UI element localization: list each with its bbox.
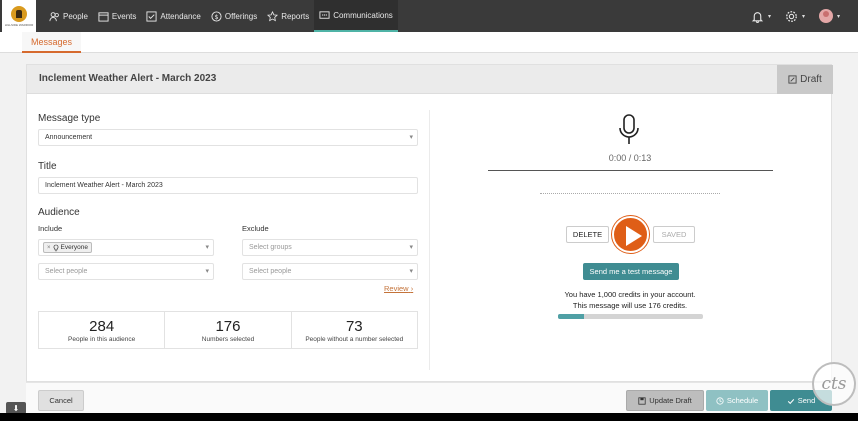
message-type-label: Message type — [38, 113, 101, 124]
org-logo[interactable]: HILLSIDE WARRIOR — [2, 0, 36, 32]
microphone-icon[interactable] — [618, 113, 640, 147]
audience-stats: 284 People in this audience 176 Numbers … — [38, 311, 418, 349]
gear-icon[interactable] — [785, 10, 798, 23]
clock-icon — [716, 396, 724, 405]
stat-value: 73 — [345, 317, 363, 335]
svg-text:$: $ — [214, 12, 218, 20]
nav-item-reports[interactable]: Reports — [262, 0, 314, 32]
nav-label: Communications — [333, 10, 393, 20]
nav-label: Attendance — [160, 11, 201, 21]
nav-label: Offerings — [224, 11, 258, 21]
saved-button[interactable]: SAVED — [653, 226, 695, 243]
update-draft-label: Update Draft — [649, 396, 692, 405]
play-button[interactable] — [612, 216, 649, 253]
stat-caption: People in this audience — [68, 335, 136, 343]
exclude-label: Exclude — [242, 224, 269, 233]
nav-item-people[interactable]: People — [44, 0, 93, 32]
stat-caption: People without a number selected — [305, 335, 404, 343]
logo-text: HILLSIDE WARRIOR — [4, 22, 34, 27]
chevron-right-icon: › — [410, 284, 414, 293]
nav-item-events[interactable]: Events — [93, 0, 141, 32]
watermark-logo: cts — [812, 362, 856, 406]
dollar-icon: $ — [211, 10, 222, 22]
include-people-placeholder: Select people — [45, 268, 88, 275]
star-icon — [267, 10, 279, 21]
nav-item-offerings[interactable]: $ Offerings — [206, 0, 262, 32]
column-divider — [429, 110, 430, 370]
credits-usage: This message will use 176 credits. — [572, 301, 688, 310]
send-label: Send — [797, 396, 816, 405]
audience-chip[interactable]: × Everyone — [43, 242, 92, 253]
tab-messages[interactable]: Messages — [22, 32, 82, 53]
nav-right: ▾ ▾ ▾ — [751, 0, 840, 32]
audio-timer: 0:00 / 0:13 — [608, 153, 652, 163]
title-value: Inclement Weather Alert - March 2023 — [45, 182, 163, 189]
nav-label: Events — [111, 11, 137, 21]
delete-recording-button[interactable]: DELETE — [566, 226, 609, 243]
chevron-down-icon: ▾ — [836, 13, 840, 20]
save-icon — [638, 396, 646, 405]
send-test-message-button[interactable]: Send me a test message — [583, 263, 679, 280]
message-type-select[interactable]: Announcement — [38, 129, 418, 146]
message-icon — [319, 10, 330, 19]
include-label: Include — [38, 224, 63, 233]
chip-label: Everyone — [60, 244, 88, 251]
checkbox-icon — [146, 10, 157, 22]
title-label: Title — [38, 161, 57, 172]
include-groups-select[interactable]: × Everyone — [38, 239, 214, 256]
draft-icon — [788, 75, 797, 84]
stat-audience: 284 People in this audience — [39, 312, 166, 348]
exclude-groups-placeholder: Select groups — [249, 244, 292, 251]
message-type-value: Announcement — [45, 134, 93, 141]
review-label: Review — [384, 284, 409, 293]
waveform-baseline — [488, 170, 773, 171]
chevron-down-icon: ▾ — [801, 13, 805, 20]
stat-value: 176 — [215, 317, 241, 335]
credits-available: You have 1,000 credits in your account. — [564, 290, 696, 299]
waveform-dotted — [540, 193, 720, 194]
nav-item-communications[interactable]: Communications — [314, 0, 398, 32]
exclude-people-placeholder: Select people — [249, 268, 292, 275]
logo-mark-icon — [11, 5, 27, 22]
exclude-groups-select[interactable]: Select groups — [242, 239, 418, 256]
calendar-icon — [98, 11, 109, 22]
bell-icon[interactable] — [751, 10, 764, 23]
user-avatar[interactable] — [818, 9, 833, 23]
status-badge: Draft — [777, 65, 833, 94]
top-nav: HILLSIDE WARRIOR People Events Attendanc… — [0, 0, 858, 32]
bottom-bar — [0, 413, 858, 421]
nav-item-attendance[interactable]: Attendance — [141, 0, 205, 32]
cancel-button[interactable]: Cancel — [38, 390, 84, 411]
schedule-button[interactable]: Schedule — [706, 390, 768, 411]
nav-label: People — [63, 11, 88, 21]
nav-label: Reports — [281, 11, 310, 21]
stat-caption: Numbers selected — [201, 335, 255, 343]
review-link[interactable]: Review › — [384, 284, 413, 293]
schedule-label: Schedule — [726, 396, 759, 405]
exclude-people-select[interactable]: Select people — [242, 263, 418, 280]
nav-items: People Events Attendance $ Offerings Rep… — [44, 0, 398, 32]
check-icon — [787, 398, 794, 404]
audience-label: Audience — [38, 207, 80, 218]
include-people-select[interactable]: Select people — [38, 263, 214, 280]
credit-usage-bar — [558, 314, 703, 319]
chevron-down-icon: ▾ — [767, 13, 771, 20]
stat-numbers-selected: 176 Numbers selected — [165, 312, 292, 348]
credit-usage-fill — [558, 314, 584, 319]
status-text: Draft — [800, 74, 822, 85]
stat-value: 284 — [89, 317, 115, 335]
people-icon — [49, 11, 59, 21]
stat-no-number: 73 People without a number selected — [292, 312, 417, 348]
update-draft-button[interactable]: Update Draft — [626, 390, 704, 411]
card-header: Inclement Weather Alert - March 2023 Dra… — [27, 65, 833, 94]
remove-chip-icon[interactable]: × — [47, 245, 51, 251]
title-input[interactable]: Inclement Weather Alert - March 2023 — [38, 177, 418, 194]
lightbulb-icon — [53, 244, 58, 251]
message-title-heading: Inclement Weather Alert - March 2023 — [39, 73, 217, 84]
sub-nav: Messages — [0, 32, 858, 53]
